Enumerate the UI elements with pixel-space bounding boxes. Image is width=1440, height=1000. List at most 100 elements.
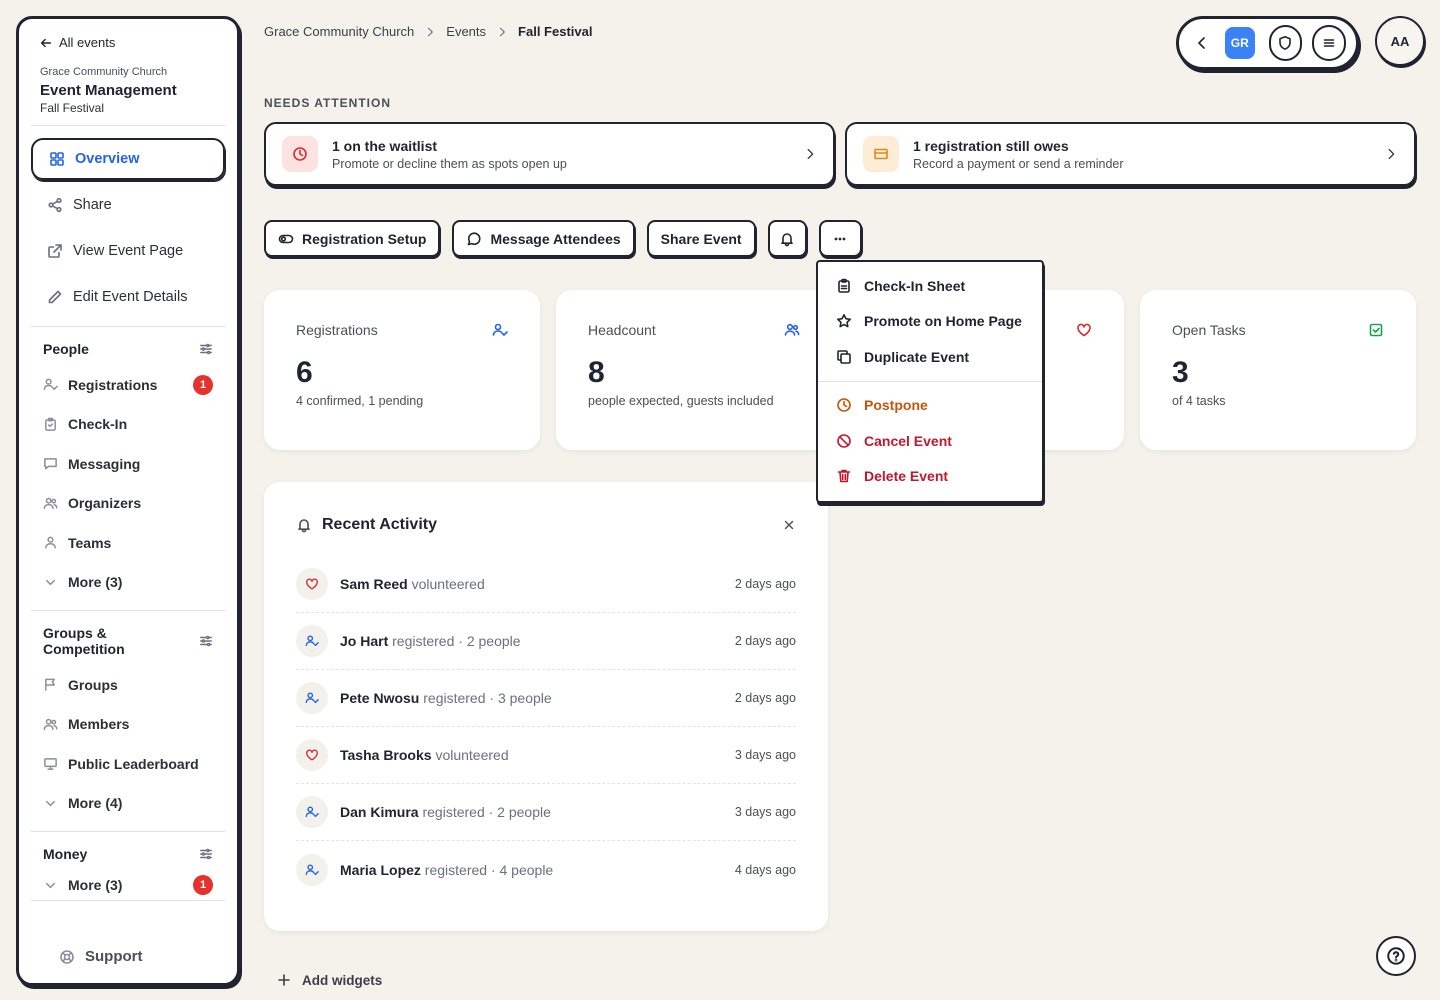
main-nav: Overview Share View Event Page Edit Even… — [31, 126, 225, 327]
heart-icon — [296, 739, 328, 771]
sidebar-item-messaging[interactable]: Messaging — [31, 444, 225, 484]
admin-shield-button[interactable] — [1268, 25, 1303, 61]
clock-icon — [282, 136, 318, 172]
section-title: People — [43, 341, 89, 357]
menu-item-label: Check-In Sheet — [864, 277, 966, 294]
plus-icon — [278, 974, 290, 986]
sidebar-item-label: Public Leaderboard — [68, 755, 199, 772]
stat-value: 8 — [588, 356, 605, 389]
message-attendees-button[interactable]: Message Attendees — [452, 220, 635, 257]
menu-button[interactable] — [1312, 25, 1346, 61]
activity-action: volunteered — [435, 747, 509, 763]
stat-card-headcount[interactable]: Headcount 8 people expected, guests incl… — [556, 290, 832, 450]
sidebar-item-registrations[interactable]: Registrations 1 — [31, 365, 225, 405]
share-event-button[interactable]: Share Event — [646, 220, 756, 257]
sidebar-item-label: Teams — [68, 534, 112, 551]
nav-overview[interactable]: Overview — [31, 138, 225, 180]
nav-edit-event-details-label: Edit Event Details — [73, 289, 188, 305]
activity-row[interactable]: Maria Lopez registered · 4 people 4 days… — [296, 841, 796, 898]
monitor-icon — [44, 758, 57, 771]
section-money-header: Money — [31, 842, 225, 870]
sidebar-item-groups[interactable]: Groups — [31, 665, 225, 705]
support-link[interactable]: Support — [31, 948, 225, 965]
nav-edit-event-details[interactable]: Edit Event Details — [31, 276, 225, 318]
more-horizontal-icon — [834, 237, 846, 240]
stat-subtitle: people expected, guests included — [588, 394, 774, 408]
breadcrumb-org[interactable]: Grace Community Church — [264, 24, 414, 39]
event-header: Grace Community Church Event Management … — [31, 52, 225, 126]
message-square-icon — [44, 458, 57, 470]
stat-subtitle: 4 confirmed, 1 pending — [296, 394, 424, 408]
alert-waitlist[interactable]: 1 on the waitlist Promote or decline the… — [264, 122, 835, 186]
activity-name: Sam Reed — [340, 576, 408, 592]
sliders-icon[interactable] — [199, 847, 213, 861]
grid-icon — [50, 152, 64, 166]
nav-share[interactable]: Share — [31, 184, 225, 226]
close-icon[interactable] — [782, 518, 796, 532]
ban-icon — [837, 433, 851, 448]
activity-name: Tasha Brooks — [340, 747, 432, 763]
sidebar-item-label: Members — [68, 716, 130, 733]
activity-row[interactable]: Pete Nwosu registered · 3 people 2 days … — [296, 670, 796, 727]
menu-item-label: Delete Event — [864, 468, 949, 485]
activity-row[interactable]: Dan Kimura registered · 2 people 3 days … — [296, 784, 796, 841]
activity-row[interactable]: Tasha Brooks volunteered 3 days ago — [296, 727, 796, 784]
sidebar-item-more[interactable]: More (3) 1 — [31, 870, 225, 900]
nav-view-event-page-label: View Event Page — [73, 243, 184, 259]
sidebar-item-more[interactable]: More (3) — [31, 563, 225, 603]
chevron-down-icon — [46, 882, 55, 888]
sidebar-item-more[interactable]: More (4) — [31, 784, 225, 824]
menu-item-delete-event[interactable]: Delete Event — [818, 459, 1042, 495]
sidebar-item-members[interactable]: Members — [31, 705, 225, 745]
sidebar-item-check-in[interactable]: Check-In — [31, 405, 225, 445]
section-people-header: People — [31, 337, 225, 365]
sidebar-item-teams[interactable]: Teams — [31, 523, 225, 563]
top-controls: GR — [1176, 16, 1359, 70]
org-switcher-badge[interactable]: GR — [1224, 27, 1255, 59]
menu-item-cancel-event[interactable]: Cancel Event — [818, 423, 1042, 459]
sidebar-item-public-leaderboard[interactable]: Public Leaderboard — [31, 744, 225, 784]
avatar[interactable]: AA — [1375, 16, 1425, 66]
registration-setup-button[interactable]: Registration Setup — [264, 220, 441, 257]
menu-item-label: Duplicate Event — [864, 348, 970, 365]
sidebar-item-organizers[interactable]: Organizers — [31, 484, 225, 524]
section-groups: Groups & Competition Groups Members Publ… — [31, 611, 225, 832]
sliders-icon[interactable] — [199, 634, 213, 648]
help-button[interactable] — [1376, 936, 1416, 976]
activity-time: 3 days ago — [734, 805, 796, 819]
menu-item-promote-home[interactable]: Promote on Home Page — [818, 304, 1042, 340]
add-widgets-button[interactable]: Add widgets — [276, 972, 382, 988]
stat-card-open-tasks[interactable]: Open Tasks 3 of 4 tasks — [1140, 290, 1416, 450]
sliders-icon[interactable] — [199, 342, 213, 356]
activity-time: 2 days ago — [734, 577, 796, 591]
notification-badge: 1 — [193, 875, 213, 895]
more-actions-button[interactable] — [818, 220, 862, 257]
chevron-right-icon — [1388, 148, 1395, 160]
alert-title: 1 registration still owes — [913, 137, 1069, 154]
alert-title: 1 on the waitlist — [332, 137, 438, 154]
stat-card-registrations[interactable]: Registrations 6 4 confirmed, 1 pending — [264, 290, 540, 450]
breadcrumb-current: Fall Festival — [518, 24, 593, 39]
alert-registration-owes[interactable]: 1 registration still owes Record a payme… — [845, 122, 1416, 186]
needs-attention-heading: NEEDS ATTENTION — [264, 96, 392, 110]
nav-view-event-page[interactable]: View Event Page — [31, 230, 225, 272]
breadcrumb-events[interactable]: Events — [446, 24, 486, 39]
notifications-button[interactable] — [767, 220, 807, 257]
menu-item-label: Promote on Home Page — [864, 313, 1022, 330]
bell-icon — [781, 232, 793, 246]
all-events-link[interactable]: All events — [31, 33, 225, 52]
menu-item-check-in-sheet[interactable]: Check-In Sheet — [818, 268, 1042, 304]
menu-item-postpone[interactable]: Postpone — [818, 388, 1042, 424]
activity-action: registered · 4 people — [424, 861, 554, 878]
breadcrumb: Grace Community Church Events Fall Festi… — [264, 24, 592, 39]
stat-title: Registrations — [296, 322, 378, 338]
activity-row[interactable]: Sam Reed volunteered 2 days ago — [296, 556, 796, 613]
collapse-button[interactable] — [1189, 29, 1215, 57]
users-icon — [784, 323, 800, 336]
activity-row[interactable]: Jo Hart registered · 2 people 2 days ago — [296, 613, 796, 670]
copy-icon — [837, 349, 851, 364]
stat-title: Open Tasks — [1172, 322, 1246, 338]
menu-item-duplicate-event[interactable]: Duplicate Event — [818, 339, 1042, 375]
pencil-icon — [48, 290, 62, 304]
users-icon — [43, 497, 58, 509]
